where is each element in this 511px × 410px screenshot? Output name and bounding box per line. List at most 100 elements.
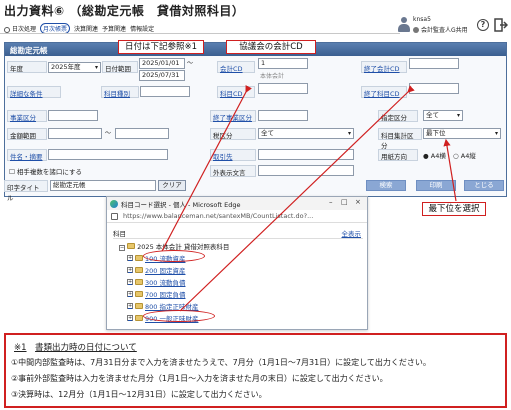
folder-icon [135,315,143,321]
folder-icon [135,303,143,309]
detail-conditions-link[interactable]: 詳細な条件 [7,86,61,98]
folder-icon [135,279,143,285]
date-tilde: ～ [187,60,194,67]
designated-div-select[interactable]: 全て [423,110,463,121]
folder-icon [135,267,143,273]
note-title-text: 書類出力時の日付について [35,343,137,353]
association-cd-callout: 協議会の会計CD [226,40,316,54]
note-line-3: ③決算時は、12月分（1月1日～12月31日）に設定して出力ください。 [11,390,267,399]
ledger-form: 総勘定元帳 年度 2025年度 日付範囲 2025/01/01 ～ 2025/0… [4,42,507,197]
user-company-label: 会計監査人G共用 [421,27,468,34]
out-of-scope-input[interactable] [258,165,354,176]
end-accounting-cd-input[interactable] [409,58,459,69]
close-button[interactable]: とじる [464,180,504,191]
partner-input[interactable] [258,149,354,160]
counter-account-label: 相手複数を諸口にする [16,168,82,176]
highlight-oval-current-assets [143,250,205,262]
amount-from-input[interactable] [48,128,102,139]
tree-item-fixed-liabilities[interactable]: +700 固定負債 [127,289,185,299]
menu-item-daily[interactable]: 日次処理 [4,24,36,33]
account-total-div-label: 科目集計区分 [378,128,422,150]
paper-portrait-label: A4縦 [460,152,476,160]
tree-item-fixed-assets[interactable]: +200 固定資産 [127,265,185,275]
account-cd-link[interactable]: 科目CD [217,86,255,98]
note-title-prefix: ※1 [14,343,27,353]
business-div-input[interactable] [48,110,98,121]
paper-portrait-radio[interactable]: ○ A4縦 [453,150,476,160]
menu-item-budget[interactable]: 予算関連 [102,24,126,33]
menu-item-closing[interactable]: 決算関連 [74,24,98,33]
tree-item-label: 700 固定負債 [145,291,186,299]
popup-url-bar[interactable]: https://www.balanceman.net/santexMB/Coun… [107,210,367,223]
note-line-1: ①中間内部監査時は、7月31日分まで入力を済ませたうえで、7月分（1月1日～7月… [11,358,431,367]
expand-icon[interactable]: + [127,279,133,285]
end-account-cd-input[interactable] [409,83,459,94]
amount-to-input[interactable] [115,128,169,139]
help-icon[interactable]: ? [477,19,489,31]
expand-icon[interactable]: + [127,291,133,297]
counter-account-checkbox[interactable]: ☐ 相手複数を諸口にする [9,166,82,176]
note-line-2: ②事前外部監査時は入力を済ませた月分（1月1日～入力を済ませた月の末日）に設定し… [11,374,388,383]
maximize-icon[interactable]: □ [341,198,348,206]
paper-orientation-label: 用紙方向 [378,149,418,161]
out-of-scope-label: 外表示文言 [210,165,256,177]
preview-button[interactable]: 検索 [366,180,406,191]
collapse-icon[interactable]: − [119,245,125,251]
account-total-div-select[interactable]: 最下位 [423,128,501,139]
highlight-oval-general-net-assets [143,310,215,322]
tax-div-select[interactable]: 全て [258,128,354,139]
expand-icon[interactable]: + [127,255,133,261]
close-window-icon[interactable]: × [355,198,361,206]
accounting-cd-input[interactable]: 1 [258,58,308,69]
item-summary-input[interactable] [48,149,168,160]
amount-range-label: 金額範囲 [7,128,47,140]
date-to-input[interactable]: 2025/07/31 [139,70,185,81]
tree-item-current-liabilities[interactable]: +300 流動負債 [127,277,185,287]
popup-header-label: 科目 [113,230,126,238]
menu-item-settings[interactable]: 情報設定 [130,24,154,33]
paper-landscape-label: A4横 [430,152,446,160]
accounting-cd-link[interactable]: 会計CD [217,61,255,73]
lock-icon [111,213,118,220]
account-code-popup: 科目コード選択 - 個人 - Microsoft Edge – □ × http… [106,196,368,330]
account-type-input[interactable] [140,86,190,97]
popup-window-title: 科目コード選択 - 個人 - Microsoft Edge [121,201,241,209]
end-account-cd-link[interactable]: 終了科目CD [361,86,407,98]
gear-icon [413,27,419,33]
folder-icon [135,255,143,261]
expand-icon[interactable]: + [127,303,133,309]
item-summary-link[interactable]: 件名・摘要 [7,149,47,161]
end-business-div-link[interactable]: 終了事業区分 [210,110,256,122]
minimize-icon[interactable]: – [329,198,333,206]
print-button[interactable]: 印刷 [416,180,456,191]
note-title: ※1 書類出力時の日付について [14,341,137,353]
edge-icon [110,200,118,208]
clear-button[interactable]: クリア [158,180,186,191]
tax-div-label: 税区分 [210,128,256,140]
end-business-div-input[interactable] [258,110,308,121]
print-title-label: 印字タイトル [4,180,48,202]
exit-icon[interactable] [494,18,508,32]
accounting-name-hint: 本体会計 [260,73,285,80]
expand-icon[interactable]: + [127,315,133,321]
partner-link[interactable]: 取引先 [210,149,256,161]
account-cd-input[interactable] [258,83,308,94]
print-title-bar: 印字タイトル 総勘定元帳 クリア 検索 印刷 とじる [4,179,507,202]
end-accounting-cd-link[interactable]: 終了会計CD [361,61,407,73]
fiscal-year-select[interactable]: 2025年度 [48,62,101,73]
amount-tilde: ～ [105,130,112,137]
user-info: knsa5 会計監査人G共用 [398,15,476,37]
paper-landscape-radio[interactable]: ● A4横 [423,150,446,160]
business-div-link[interactable]: 事業区分 [7,110,47,122]
select-all-link[interactable]: 全表示 [342,228,362,238]
menu-item-label: 日次処理 [12,26,37,33]
account-type-link[interactable]: 科目種別 [101,86,139,98]
folder-icon [135,291,143,297]
print-title-input[interactable]: 総勘定元帳 [50,180,156,191]
date-range-label: 日付範囲 [102,61,138,73]
date-from-input[interactable]: 2025/01/01 [139,58,185,69]
lowest-level-callout: 最下位を選択 [422,202,486,216]
menu-divider [0,33,400,34]
expand-icon[interactable]: + [127,267,133,273]
user-name: knsa5 [413,16,431,23]
